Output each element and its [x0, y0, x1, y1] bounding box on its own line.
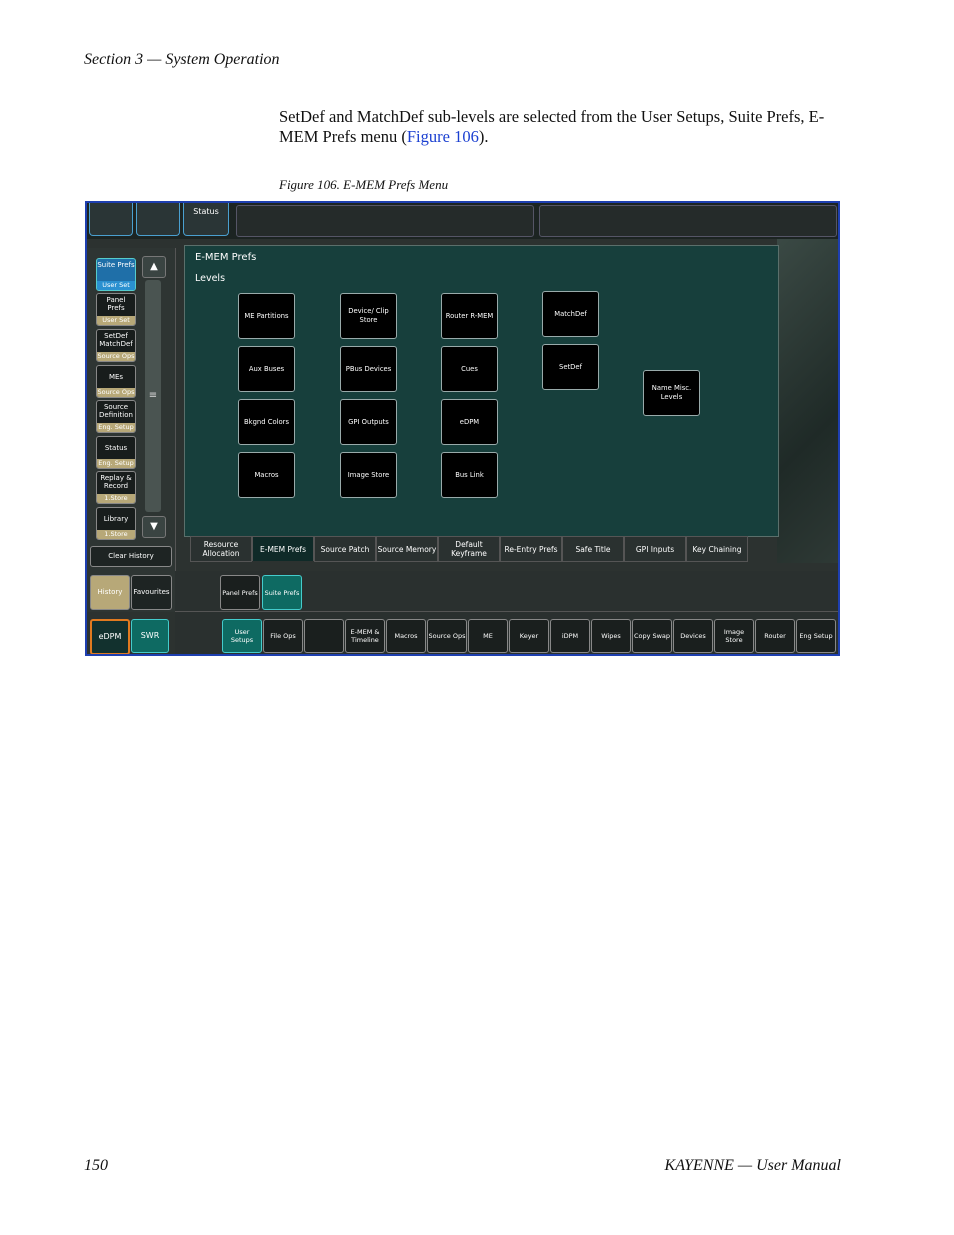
nav-wipes[interactable]: Wipes [591, 619, 631, 653]
scroll-track[interactable]: ≡ [145, 280, 161, 512]
side-sub: User Set [97, 316, 135, 325]
nav-file-ops[interactable]: File Ops [263, 619, 303, 653]
background-graphic [777, 233, 838, 563]
nav-blank[interactable] [304, 619, 344, 653]
footer-title: KAYENNE — User Manual [664, 1157, 841, 1174]
nav-user-setups[interactable]: User Setups [222, 619, 262, 653]
side-button-suite-prefs[interactable]: Suite Prefs User Set [96, 258, 136, 291]
side-sub: 1.Store [97, 494, 135, 503]
top-button-2[interactable] [136, 203, 180, 236]
clear-history-button[interactable]: Clear History [90, 546, 172, 567]
side-label: Panel Prefs [106, 296, 126, 312]
status-button[interactable]: Status [183, 203, 229, 236]
side-button-status[interactable]: Status Eng. Setup [96, 436, 136, 469]
nav-macros[interactable]: Macros [386, 619, 426, 653]
side-button-mes[interactable]: MEs Source Ops [96, 365, 136, 398]
page-number: 150 [84, 1157, 108, 1174]
nav-copy-swap[interactable]: Copy Swap [632, 619, 672, 653]
intro-paragraph: SetDef and MatchDef sub-levels are selec… [279, 107, 839, 147]
level-bus-link[interactable]: Bus Link [441, 452, 498, 498]
level-macros[interactable]: Macros [238, 452, 295, 498]
side-label: Replay & Record [100, 474, 132, 490]
top-field-right [539, 205, 837, 237]
nav-idpm[interactable]: iDPM [550, 619, 590, 653]
side-label: SetDef MatchDef [99, 332, 133, 348]
panel-title: E-MEM Prefs [195, 252, 257, 263]
side-sub: User Set [97, 281, 135, 290]
edpm-button[interactable]: eDPM [90, 619, 130, 654]
tab-reentry-prefs[interactable]: Re-Entry Prefs [500, 536, 562, 562]
side-label: Suite Prefs [97, 261, 135, 269]
level-pbus-devices[interactable]: PBus Devices [340, 346, 397, 392]
emem-prefs-screenshot: Status Suite Prefs User Set Panel Prefs Us… [85, 201, 840, 656]
side-button-library[interactable]: Library 1.Store [96, 507, 136, 540]
tab-bar: Resource Allocation E-MEM Prefs Source P… [184, 536, 777, 562]
swr-button[interactable]: SWR [131, 619, 169, 653]
history-button[interactable]: History [90, 575, 130, 610]
level-setdef[interactable]: SetDef [542, 344, 599, 390]
level-name-misc-levels[interactable]: Name Misc. Levels [643, 370, 700, 416]
nav-source-ops[interactable]: Source Ops [427, 619, 467, 653]
emem-prefs-panel: E-MEM Prefs Levels ME Partitions Device/… [184, 245, 779, 537]
tab-key-chaining[interactable]: Key Chaining [686, 536, 748, 562]
figure-caption: Figure 106. E-MEM Prefs Menu [279, 177, 449, 192]
side-label: Source Definition [99, 403, 133, 419]
tab-gpi-inputs[interactable]: GPI Inputs [624, 536, 686, 562]
side-label: Library [103, 515, 129, 523]
scroll-grip-icon: ≡ [148, 390, 158, 401]
level-cues[interactable]: Cues [441, 346, 498, 392]
nav-keyer[interactable]: Keyer [509, 619, 549, 653]
scroll-down-icon[interactable]: ▼ [142, 516, 166, 538]
nav-me[interactable]: ME [468, 619, 508, 653]
panel-subtitle: Levels [195, 273, 226, 284]
side-sub: Source Ops [97, 352, 135, 361]
nav-router[interactable]: Router [755, 619, 795, 653]
level-edpm[interactable]: eDPM [441, 399, 498, 445]
level-router-rmem[interactable]: Router R-MEM [441, 293, 498, 339]
intro-text-end: ). [478, 127, 489, 146]
status-label: Status [193, 207, 219, 216]
side-button-setdef-matchdef[interactable]: SetDef MatchDef Source Ops [96, 329, 136, 362]
scroll-up-icon[interactable]: ▲ [142, 256, 166, 278]
side-label: MEs [108, 373, 124, 381]
side-sub: Eng. Setup [97, 423, 135, 432]
side-button-source-definition[interactable]: Source Definition Eng. Setup [96, 400, 136, 433]
nav-devices[interactable]: Devices [673, 619, 713, 653]
side-label: Status [104, 444, 128, 452]
level-device-clip-store[interactable]: Device/ Clip Store [340, 293, 397, 339]
subtab-suite-prefs[interactable]: Suite Prefs [262, 575, 302, 610]
nav-eng-setup[interactable]: Eng Setup [796, 619, 836, 653]
side-sub: Eng. Setup [97, 459, 135, 468]
top-button-1[interactable] [89, 203, 133, 236]
tab-emem-prefs[interactable]: E-MEM Prefs [252, 536, 314, 561]
top-bar: Status [87, 203, 838, 239]
tab-default-keyframe[interactable]: Default Keyframe [438, 536, 500, 562]
subtab-panel-prefs[interactable]: Panel Prefs [220, 575, 260, 610]
intro-text: SetDef and MatchDef sub-levels are selec… [279, 107, 825, 146]
side-button-panel-prefs[interactable]: Panel Prefs User Set [96, 293, 136, 326]
tab-resource-allocation[interactable]: Resource Allocation [190, 536, 252, 562]
nav-image-store[interactable]: Image Store [714, 619, 754, 653]
level-bkgnd-colors[interactable]: Bkgnd Colors [238, 399, 295, 445]
level-image-store[interactable]: Image Store [340, 452, 397, 498]
tab-safe-title[interactable]: Safe Title [562, 536, 624, 562]
side-scrollbar[interactable]: ▲ ≡ ▼ [142, 256, 166, 539]
side-sub: Source Ops [97, 388, 135, 397]
level-aux-buses[interactable]: Aux Buses [238, 346, 295, 392]
side-button-replay-record[interactable]: Replay & Record 1.Store [96, 471, 136, 504]
level-matchdef[interactable]: MatchDef [542, 291, 599, 337]
level-gpi-outputs[interactable]: GPI Outputs [340, 399, 397, 445]
nav-emem-timeline[interactable]: E-MEM & Timeline [345, 619, 385, 653]
section-header: Section 3 — System Operation [84, 51, 280, 68]
level-me-partitions[interactable]: ME Partitions [238, 293, 295, 339]
tab-source-patch[interactable]: Source Patch [314, 536, 376, 562]
side-sub: 1.Store [97, 530, 135, 539]
tab-source-memory[interactable]: Source Memory [376, 536, 438, 562]
favourites-button[interactable]: Favourites [131, 575, 172, 610]
top-field-left [236, 205, 534, 237]
figure-link[interactable]: Figure 106 [407, 127, 479, 146]
